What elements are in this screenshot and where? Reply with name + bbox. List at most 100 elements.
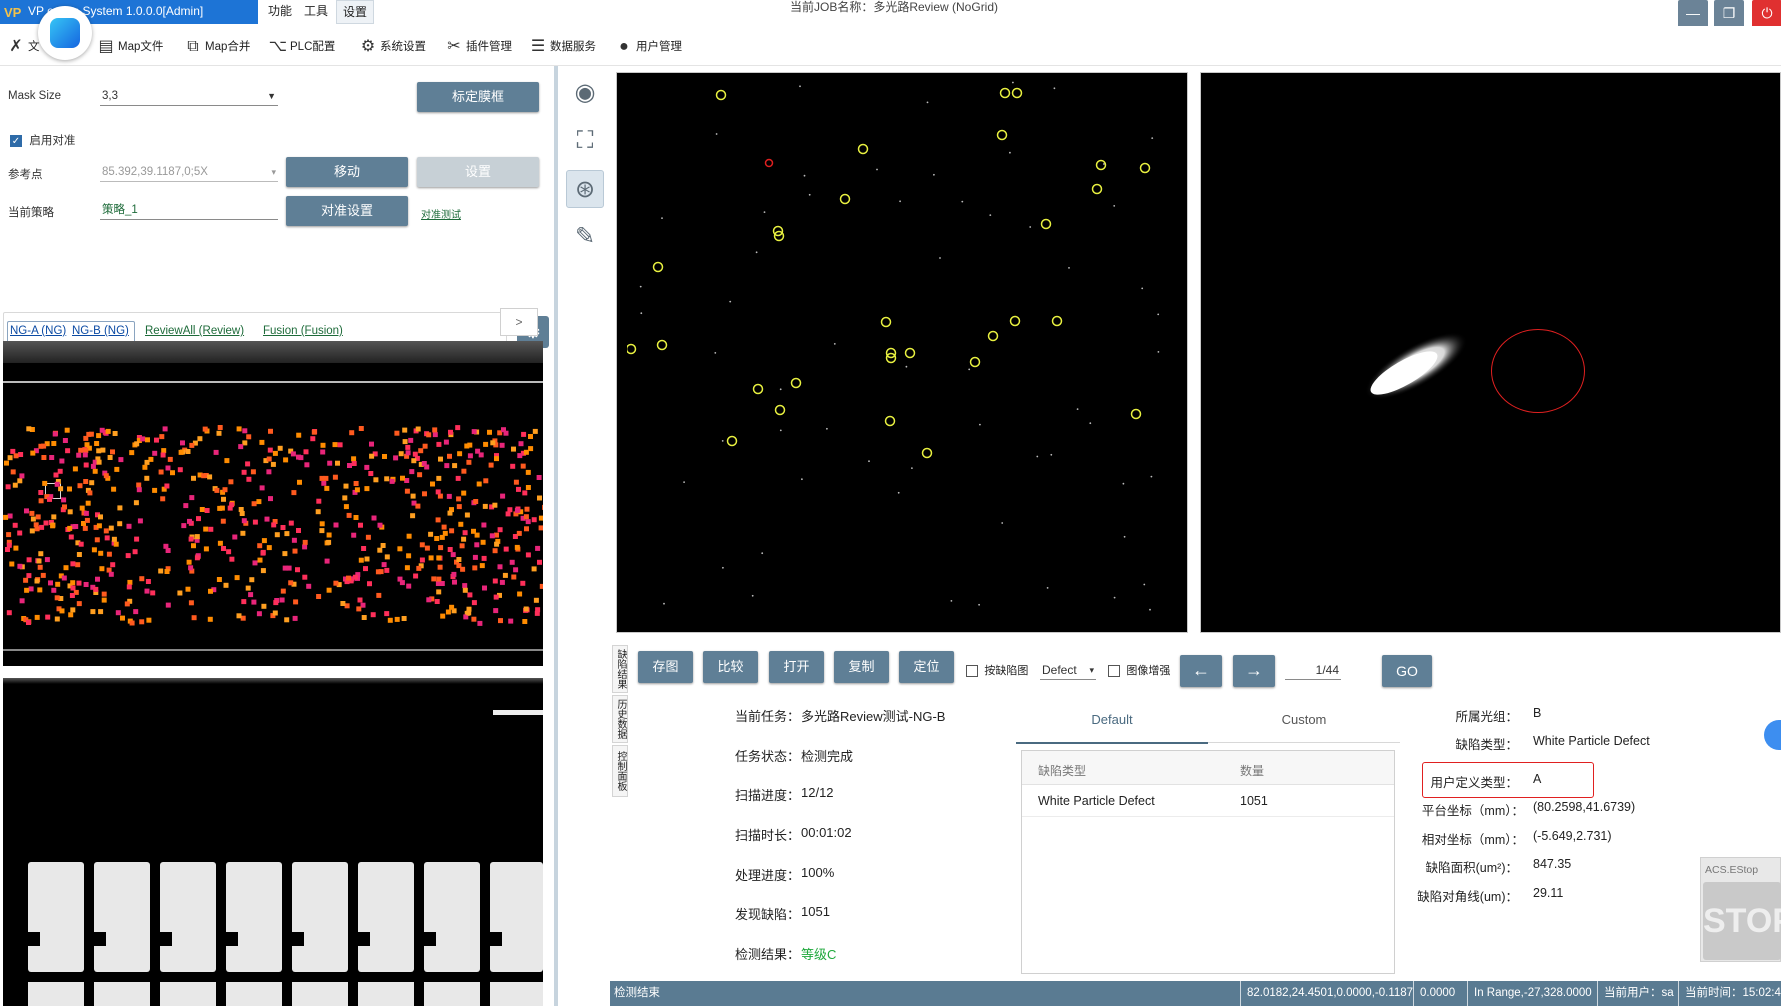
defect-dot [533, 597, 539, 603]
defect-dot [177, 467, 183, 473]
tab-ng-a[interactable]: NG-A (NG) [10, 325, 66, 337]
tab-history-data[interactable]: 历史数据 [612, 695, 628, 743]
menu-function[interactable]: 功能 [262, 0, 298, 24]
toolbar-tools[interactable]: ✗ 文 [6, 34, 39, 60]
defect-dot [489, 533, 495, 539]
align-settings-button[interactable]: 对准设置 [286, 196, 408, 226]
toolbar-map-merge[interactable]: ⧉ Map合并 [183, 34, 250, 60]
defect-dot [459, 543, 465, 549]
tab-defect-results[interactable]: 缺陷结果 [612, 645, 628, 693]
tab-ng-b[interactable]: NG-B (NG) [72, 325, 129, 337]
tab-default[interactable]: Default [1016, 712, 1208, 727]
minimize-icon[interactable]: — [1678, 0, 1708, 28]
prev-defect-button[interactable]: ← [1180, 655, 1222, 687]
defect-dot [502, 572, 508, 578]
toolbar-plc[interactable]: ⌥ PLC配置 [268, 34, 336, 60]
mask-size-select[interactable]: 3,3 ▼ [100, 88, 278, 106]
defect-dot [358, 557, 364, 563]
wafer-defect-map[interactable] [3, 341, 543, 666]
calibrate-frame-button[interactable]: 标定膜框 [417, 82, 539, 112]
defect-marker [656, 339, 668, 351]
defect-dot [191, 475, 196, 481]
defect-type-select[interactable]: Defect ▾ [1040, 662, 1096, 680]
defect-dot [24, 508, 29, 514]
toolbar-data-service[interactable]: ☰ 数据服务 [528, 34, 596, 60]
defect-zoom-viewer[interactable] [1200, 72, 1781, 633]
defect-dot [252, 519, 258, 525]
compare-button[interactable]: 比较 [703, 651, 758, 683]
speckle [1143, 583, 1146, 586]
tab-fusion[interactable]: Fusion (Fusion) [263, 325, 343, 337]
tab-control-panel[interactable]: 控制面板 [612, 745, 628, 797]
app-launcher-icon[interactable] [38, 6, 92, 60]
defect-markers [627, 81, 1160, 611]
enable-align-checkbox[interactable]: ✓ 启用对准 [10, 132, 75, 148]
next-defect-button[interactable]: → [1233, 655, 1275, 687]
by-defect-checkbox[interactable]: 按缺陷图 [966, 662, 1028, 678]
menu-settings[interactable]: 设置 [336, 0, 375, 24]
defect-dot [113, 541, 119, 547]
defect-dot [266, 545, 272, 551]
defect-dot [416, 565, 422, 571]
close-icon[interactable]: ⏻ [1752, 0, 1781, 28]
defect-dot [251, 599, 257, 605]
expand-button[interactable]: > [500, 308, 538, 336]
move-button[interactable]: 移动 [286, 157, 408, 187]
app-brand: VP VP ection System 1.0.0.0[Admin] [0, 0, 258, 24]
estop-button[interactable]: STOP [1703, 882, 1781, 960]
defect-marker [884, 415, 896, 427]
defect-dot [146, 617, 152, 623]
defect-dot [292, 548, 298, 554]
defect-dot [316, 594, 322, 599]
wafer-map-icon[interactable]: ⊛ [566, 170, 604, 208]
full-field-viewer[interactable] [616, 72, 1188, 633]
ref-point-select[interactable]: 85.392,39.1187,0;5X ▾ [100, 164, 278, 182]
go-button[interactable]: GO [1382, 655, 1432, 687]
defect-dot [3, 514, 9, 520]
defect-dot [94, 537, 100, 543]
column-defect-type: 缺陷类型 [1038, 764, 1087, 778]
speckle [729, 300, 732, 303]
defect-dot [277, 445, 283, 451]
table-row[interactable]: White Particle Defect 1051 [1022, 785, 1394, 817]
defect-dot [365, 534, 371, 540]
defect-dot [214, 487, 220, 493]
locate-button[interactable]: 定位 [899, 651, 954, 683]
defect-dot [503, 546, 509, 552]
side-drawer-handle[interactable] [1764, 720, 1781, 750]
defect-dot [178, 449, 184, 455]
restore-icon[interactable]: ❐ [1714, 0, 1744, 28]
defect-dot [134, 536, 140, 542]
ruler-icon[interactable]: ✎ [566, 218, 604, 256]
defect-dot [514, 507, 520, 513]
defect-dot [473, 499, 479, 504]
defect-dot [187, 518, 192, 524]
defect-dot [471, 429, 477, 435]
defect-dot [62, 438, 68, 443]
image-enhance-checkbox[interactable]: 图像增强 [1108, 662, 1170, 678]
toolbar-system-settings[interactable]: ⚙ 系统设置 [358, 34, 426, 60]
strategy-field[interactable]: 策略_1 [100, 202, 278, 220]
defect-dot [493, 608, 499, 614]
tab-review-all[interactable]: ReviewAll (Review) [145, 325, 244, 337]
save-image-button[interactable]: 存图 [638, 651, 693, 683]
page-input[interactable]: 1/44 [1285, 662, 1341, 680]
toolbar-user-management[interactable]: ● 用户管理 [614, 34, 682, 60]
camera-icon[interactable]: ◉ [566, 74, 604, 112]
tab-custom[interactable]: Custom [1208, 712, 1400, 727]
toolbar-map-file[interactable]: ▤ Map文件 [96, 34, 163, 60]
speckle [926, 101, 929, 104]
open-button[interactable]: 打开 [769, 651, 824, 683]
copy-button[interactable]: 复制 [834, 651, 889, 683]
defect-marker [987, 330, 999, 342]
align-test-link[interactable]: 对准测试 [421, 206, 461, 221]
panel-splitter[interactable] [554, 66, 558, 1006]
defect-dot [61, 575, 67, 581]
toolbar-plugins[interactable]: ✂ 插件管理 [444, 34, 512, 60]
capture-region-icon[interactable]: ⛶ [566, 122, 604, 160]
speckle [1089, 422, 1092, 425]
set-button[interactable]: 设置 [417, 157, 539, 187]
speckle [640, 312, 643, 315]
menu-tools[interactable]: 工具 [298, 0, 334, 24]
wafer-overview-image[interactable] [3, 678, 543, 1006]
